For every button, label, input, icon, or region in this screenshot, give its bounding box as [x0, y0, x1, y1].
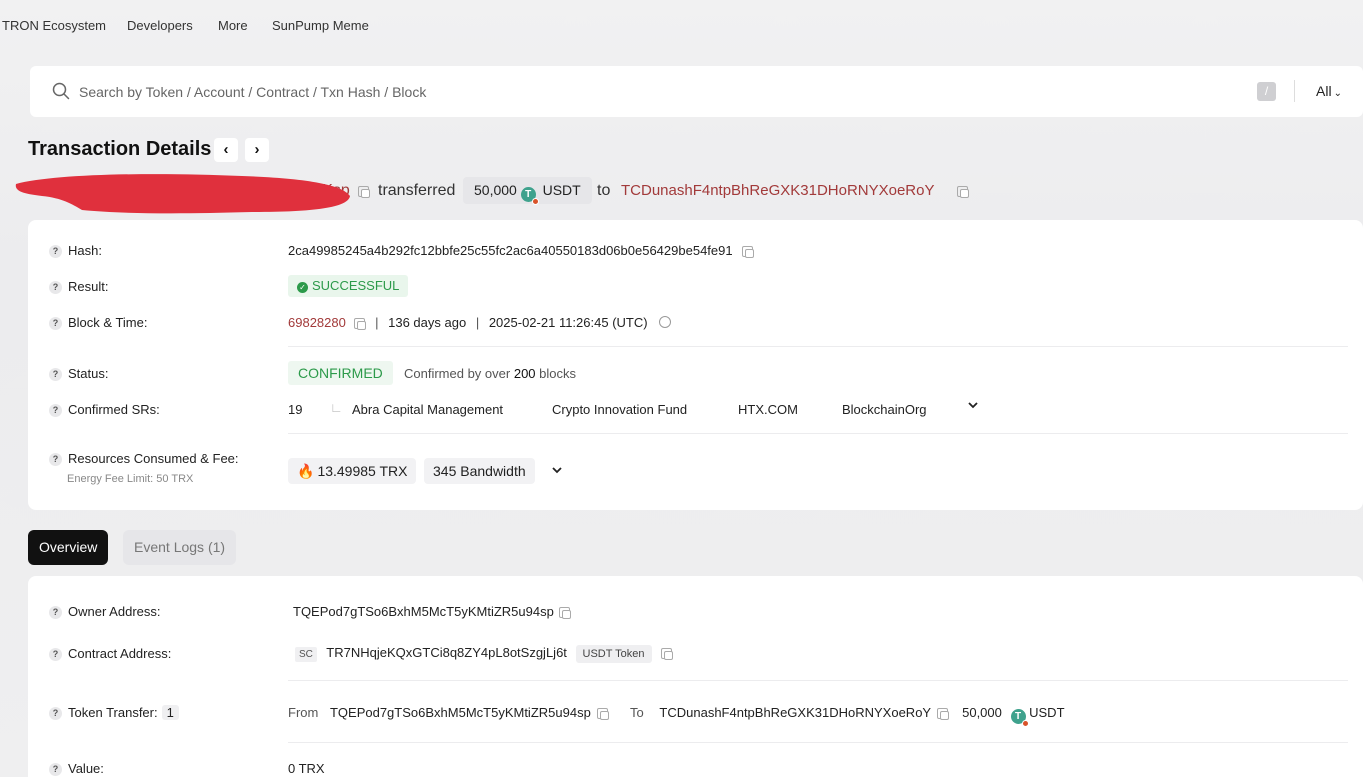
owner-address-link[interactable]: TQEPod7gTSo6BxhM5McT5yKMtiZR5u94sp — [293, 604, 554, 619]
nav-item-tron-ecosystem[interactable]: TRON Ecosystem — [2, 18, 106, 33]
energy-fee-limit: Energy Fee Limit: 50 TRX — [67, 473, 194, 485]
from-address-link[interactable]: TQEPod7gTSo6BxhM5McT5yKMtiZR5u94sp — [330, 705, 591, 720]
copy-icon[interactable] — [742, 246, 755, 259]
confirmation-text: Confirmed by over 200 blocks — [404, 366, 577, 381]
help-icon[interactable]: ? — [49, 606, 62, 619]
fee-trx-pill: 🔥 13.49985 TRX — [288, 458, 417, 484]
to-address-link[interactable]: TCDunashF4ntpBhReGXK31DHoRNYXoeRoY — [659, 705, 930, 720]
tab-overview[interactable]: Overview — [28, 530, 109, 565]
confirmed-srs-label: ? Confirmed SRs: — [49, 402, 160, 417]
contract-address-link[interactable]: TR7NHqjeKQxGTCi8q8ZY4pL8otSzgjLj6t — [326, 645, 567, 660]
block-time-value: 69828280 | 136 days ago | 2025-02-21 11:… — [288, 315, 672, 331]
search-filter-dropdown[interactable]: All ⌄ — [1316, 83, 1342, 99]
contract-token-tag: USDT Token — [575, 645, 652, 663]
nav-item-more[interactable]: More — [218, 18, 248, 33]
divider — [288, 680, 1348, 681]
summary-token: USDT — [542, 182, 581, 198]
summary-verb: transferred — [378, 182, 456, 199]
block-number-link[interactable]: 69828280 — [288, 315, 346, 330]
search-filter-label: All — [1316, 83, 1332, 99]
help-icon[interactable]: ? — [49, 763, 62, 776]
redaction-mark — [15, 174, 351, 214]
block-time-label: ? Block & Time: — [49, 315, 147, 330]
transfer-count: 1 — [161, 705, 179, 720]
owner-address-value: TQEPod7gTSo6BxhM5McT5yKMtiZR5u94sp — [293, 604, 571, 620]
divider — [288, 742, 1348, 743]
owner-address-label: ? Owner Address: — [49, 604, 161, 619]
summary-to-address[interactable]: TCDunashF4ntpBhReGXK31DHoRNYXoeRoY — [621, 182, 934, 199]
help-icon[interactable]: ? — [49, 368, 62, 381]
sr-item[interactable]: HTX.COM — [738, 402, 798, 417]
help-icon[interactable]: ? — [49, 707, 62, 720]
copy-icon[interactable] — [937, 708, 950, 721]
result-label: ? Result: — [49, 279, 108, 294]
srs-count: 19 — [288, 402, 303, 417]
timezone-toggle-icon[interactable] — [659, 316, 672, 328]
transfer-token[interactable]: USDT — [1029, 705, 1064, 720]
token-transfer-value: From TQEPod7gTSo6BxhM5McT5yKMtiZR5u94sp … — [288, 705, 1065, 727]
copy-icon[interactable] — [558, 607, 571, 620]
summary-amount-pill: 50,000 T USDT — [463, 177, 592, 205]
shortcut-key: / — [1257, 82, 1276, 101]
details-card — [28, 220, 1363, 510]
bandwidth-pill: 345 Bandwidth — [424, 458, 535, 484]
status-badge: CONFIRMED — [288, 361, 393, 385]
prev-transaction-button[interactable]: ‹ — [214, 138, 238, 162]
block-timestamp: 2025-02-21 11:26:45 (UTC) — [488, 315, 648, 330]
divider — [288, 433, 1348, 434]
copy-icon[interactable] — [661, 648, 674, 661]
resources-label: ? Resources Consumed & Fee: — [49, 451, 239, 466]
hash-label: ? Hash: — [49, 243, 102, 258]
page-title: Transaction Details — [28, 138, 212, 160]
overview-card — [28, 576, 1363, 777]
expand-srs-chevron-icon[interactable] — [967, 399, 979, 414]
usdt-token-icon: T — [1010, 709, 1029, 727]
copy-icon[interactable] — [957, 186, 969, 198]
help-icon[interactable]: ? — [49, 317, 62, 330]
help-icon[interactable]: ? — [49, 648, 62, 661]
divider — [288, 346, 1348, 347]
help-icon[interactable]: ? — [49, 404, 62, 417]
sr-item[interactable]: Abra Capital Management — [352, 402, 503, 417]
expand-resources-chevron-icon[interactable] — [551, 464, 563, 479]
search-divider — [1294, 80, 1295, 102]
contract-address-label: ? Contract Address: — [49, 646, 171, 661]
sr-item[interactable]: Crypto Innovation Fund — [552, 402, 687, 417]
copy-icon[interactable] — [354, 318, 367, 331]
value-amount: 0 TRX — [288, 761, 325, 776]
nav-item-developers[interactable]: Developers — [127, 18, 193, 33]
copy-icon[interactable] — [597, 708, 610, 721]
to-word: To — [630, 705, 644, 720]
block-age: 136 days ago — [388, 315, 467, 330]
srs-indent-mark: ∟ — [330, 400, 343, 415]
help-icon[interactable]: ? — [49, 281, 62, 294]
chevron-down-icon: ⌄ — [1333, 88, 1342, 99]
usdt-token-icon: T — [520, 187, 539, 205]
search-bar[interactable]: Search by Token / Account / Contract / T… — [30, 66, 1363, 117]
next-transaction-button[interactable]: › — [245, 138, 269, 162]
flame-icon: 🔥 — [297, 463, 315, 479]
from-word: From — [288, 705, 319, 720]
help-icon[interactable]: ? — [49, 245, 62, 258]
status-label: ? Status: — [49, 366, 108, 381]
search-input[interactable]: Search by Token / Account / Contract / T… — [79, 84, 426, 100]
top-nav: TRON Ecosystem Developers More SunPump M… — [0, 0, 1363, 50]
sr-item[interactable]: BlockchainOrg — [842, 402, 927, 417]
value-label: ? Value: — [49, 761, 104, 776]
copy-icon[interactable] — [358, 186, 370, 198]
contract-address-value: SC TR7NHqjeKQxGTCi8q8ZY4pL8otSzgjLj6t US… — [295, 645, 674, 663]
nav-item-sunpump-meme[interactable]: SunPump Meme — [272, 18, 369, 33]
check-circle-icon: ✓ — [297, 282, 308, 293]
result-badge: ✓ SUCCESSFUL — [288, 275, 409, 297]
summary-amount: 50,000 — [474, 182, 517, 198]
search-icon — [52, 82, 70, 100]
smart-contract-badge: SC — [295, 647, 317, 662]
transfer-amount: 50,000 — [962, 705, 1002, 720]
hash-value: 2ca49985245a4b292fc12bbfe25c55fc2ac6a405… — [288, 243, 755, 259]
help-icon[interactable]: ? — [49, 453, 62, 466]
tab-event-logs[interactable]: Event Logs (1) — [123, 530, 237, 565]
summary-to-word: to — [597, 182, 611, 199]
token-transfer-label: ? Token Transfer: 1 — [49, 705, 179, 720]
